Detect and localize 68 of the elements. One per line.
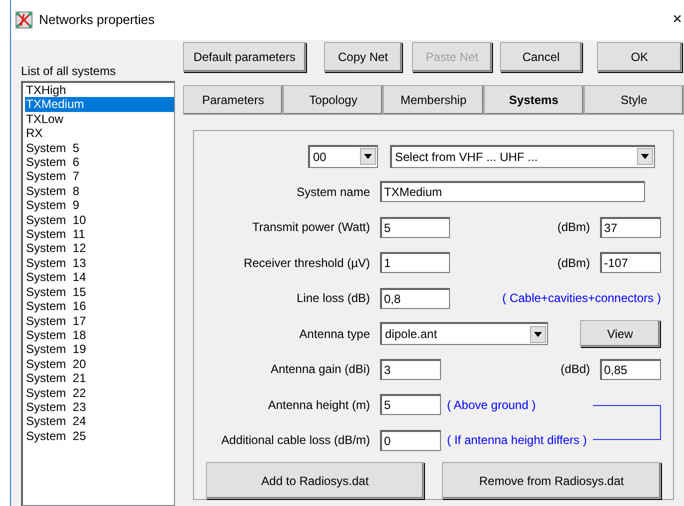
input-field[interactable]: 0,8 bbox=[380, 288, 450, 309]
list-item[interactable]: System 9 bbox=[25, 198, 174, 213]
action-button[interactable]: Add to Radiosys.dat bbox=[206, 462, 424, 499]
list-item[interactable]: System 19 bbox=[25, 342, 174, 357]
toolbar-button[interactable]: OK bbox=[597, 42, 682, 72]
tab[interactable]: Topology bbox=[283, 84, 384, 114]
dropdown[interactable]: dipole.ant bbox=[380, 322, 548, 346]
list-item[interactable]: TXMedium bbox=[25, 97, 174, 112]
field-label: Receiver threshold (µV) bbox=[242, 254, 371, 272]
list-item[interactable]: System 13 bbox=[25, 256, 174, 270]
input-field[interactable]: 5 bbox=[380, 394, 441, 416]
list-item[interactable]: System 6 bbox=[25, 155, 174, 170]
list-label: List of all systems bbox=[21, 63, 117, 80]
list-item[interactable]: RX bbox=[25, 126, 174, 141]
field-label: Antenna type bbox=[298, 326, 371, 343]
list-item[interactable]: System 17 bbox=[25, 314, 174, 328]
hint-text: ( Cable+cavities+connectors ) bbox=[501, 290, 661, 308]
list-item[interactable]: TXHigh bbox=[25, 83, 174, 98]
toolbar-button[interactable]: Copy Net bbox=[324, 42, 402, 72]
tab[interactable]: Systems bbox=[484, 84, 584, 114]
list-item[interactable]: System 25 bbox=[25, 428, 174, 444]
input-field[interactable]: TXMedium bbox=[380, 181, 645, 202]
list-item[interactable]: TXLow bbox=[25, 112, 174, 126]
unit-label: (dBm) bbox=[557, 254, 591, 272]
list-item[interactable]: System 5 bbox=[25, 140, 174, 156]
toolbar-button[interactable]: Default parameters bbox=[183, 42, 306, 72]
field-label: Additional cable loss (dB/m) bbox=[220, 432, 371, 450]
list-item[interactable]: System 14 bbox=[25, 270, 174, 285]
window-title: Networks properties bbox=[39, 11, 155, 30]
view-button[interactable]: View bbox=[580, 320, 660, 348]
input-field[interactable]: 0,85 bbox=[600, 358, 661, 380]
field-label: Antenna height (m) bbox=[266, 396, 371, 414]
field-label: Line loss (dB) bbox=[296, 290, 371, 308]
list-item[interactable]: System 12 bbox=[25, 241, 174, 256]
input-field[interactable]: 3 bbox=[380, 358, 441, 380]
list-item[interactable]: System 20 bbox=[25, 356, 174, 372]
field-label: Transmit power (Watt) bbox=[251, 219, 371, 236]
list-item[interactable]: System 22 bbox=[25, 386, 174, 400]
list-item[interactable]: System 23 bbox=[25, 400, 174, 414]
list-item[interactable]: System 24 bbox=[25, 414, 174, 429]
list-item[interactable]: System 18 bbox=[25, 328, 174, 342]
tab[interactable]: Style bbox=[584, 84, 684, 114]
list-item[interactable]: System 21 bbox=[25, 371, 174, 386]
list-item[interactable]: System 16 bbox=[25, 299, 174, 314]
tab[interactable]: Membership bbox=[383, 84, 484, 114]
unit-label: (dBm) bbox=[557, 219, 591, 236]
toolbar-button[interactable]: Cancel bbox=[500, 42, 582, 72]
dropdown[interactable]: Select from VHF ... UHF ... bbox=[390, 144, 655, 168]
list-item[interactable]: System 10 bbox=[25, 212, 174, 228]
list-item[interactable]: System 11 bbox=[25, 227, 174, 242]
unit-label: (dBd) bbox=[560, 361, 591, 378]
hint-text: ( Above ground ) bbox=[446, 396, 536, 414]
input-field[interactable]: 5 bbox=[380, 216, 450, 238]
input-field[interactable]: 1 bbox=[380, 252, 450, 274]
input-field[interactable]: -107 bbox=[600, 252, 661, 274]
dropdown[interactable]: 00 bbox=[308, 144, 378, 168]
list-item[interactable]: System 7 bbox=[25, 169, 174, 184]
field-label: System name bbox=[296, 184, 371, 201]
action-button[interactable]: Remove from Radiosys.dat bbox=[442, 462, 661, 499]
close-button[interactable]: × bbox=[666, 7, 684, 33]
list-item[interactable]: System 15 bbox=[25, 284, 174, 300]
list-item[interactable]: System 8 bbox=[25, 184, 174, 198]
hint-text: ( If antenna height differs ) bbox=[446, 432, 587, 450]
input-field[interactable]: 0 bbox=[380, 430, 441, 451]
network-icon bbox=[15, 11, 33, 29]
field-label: Antenna gain (dBi) bbox=[270, 361, 371, 378]
tab[interactable]: Parameters bbox=[183, 84, 284, 114]
input-field[interactable]: 37 bbox=[600, 216, 661, 238]
